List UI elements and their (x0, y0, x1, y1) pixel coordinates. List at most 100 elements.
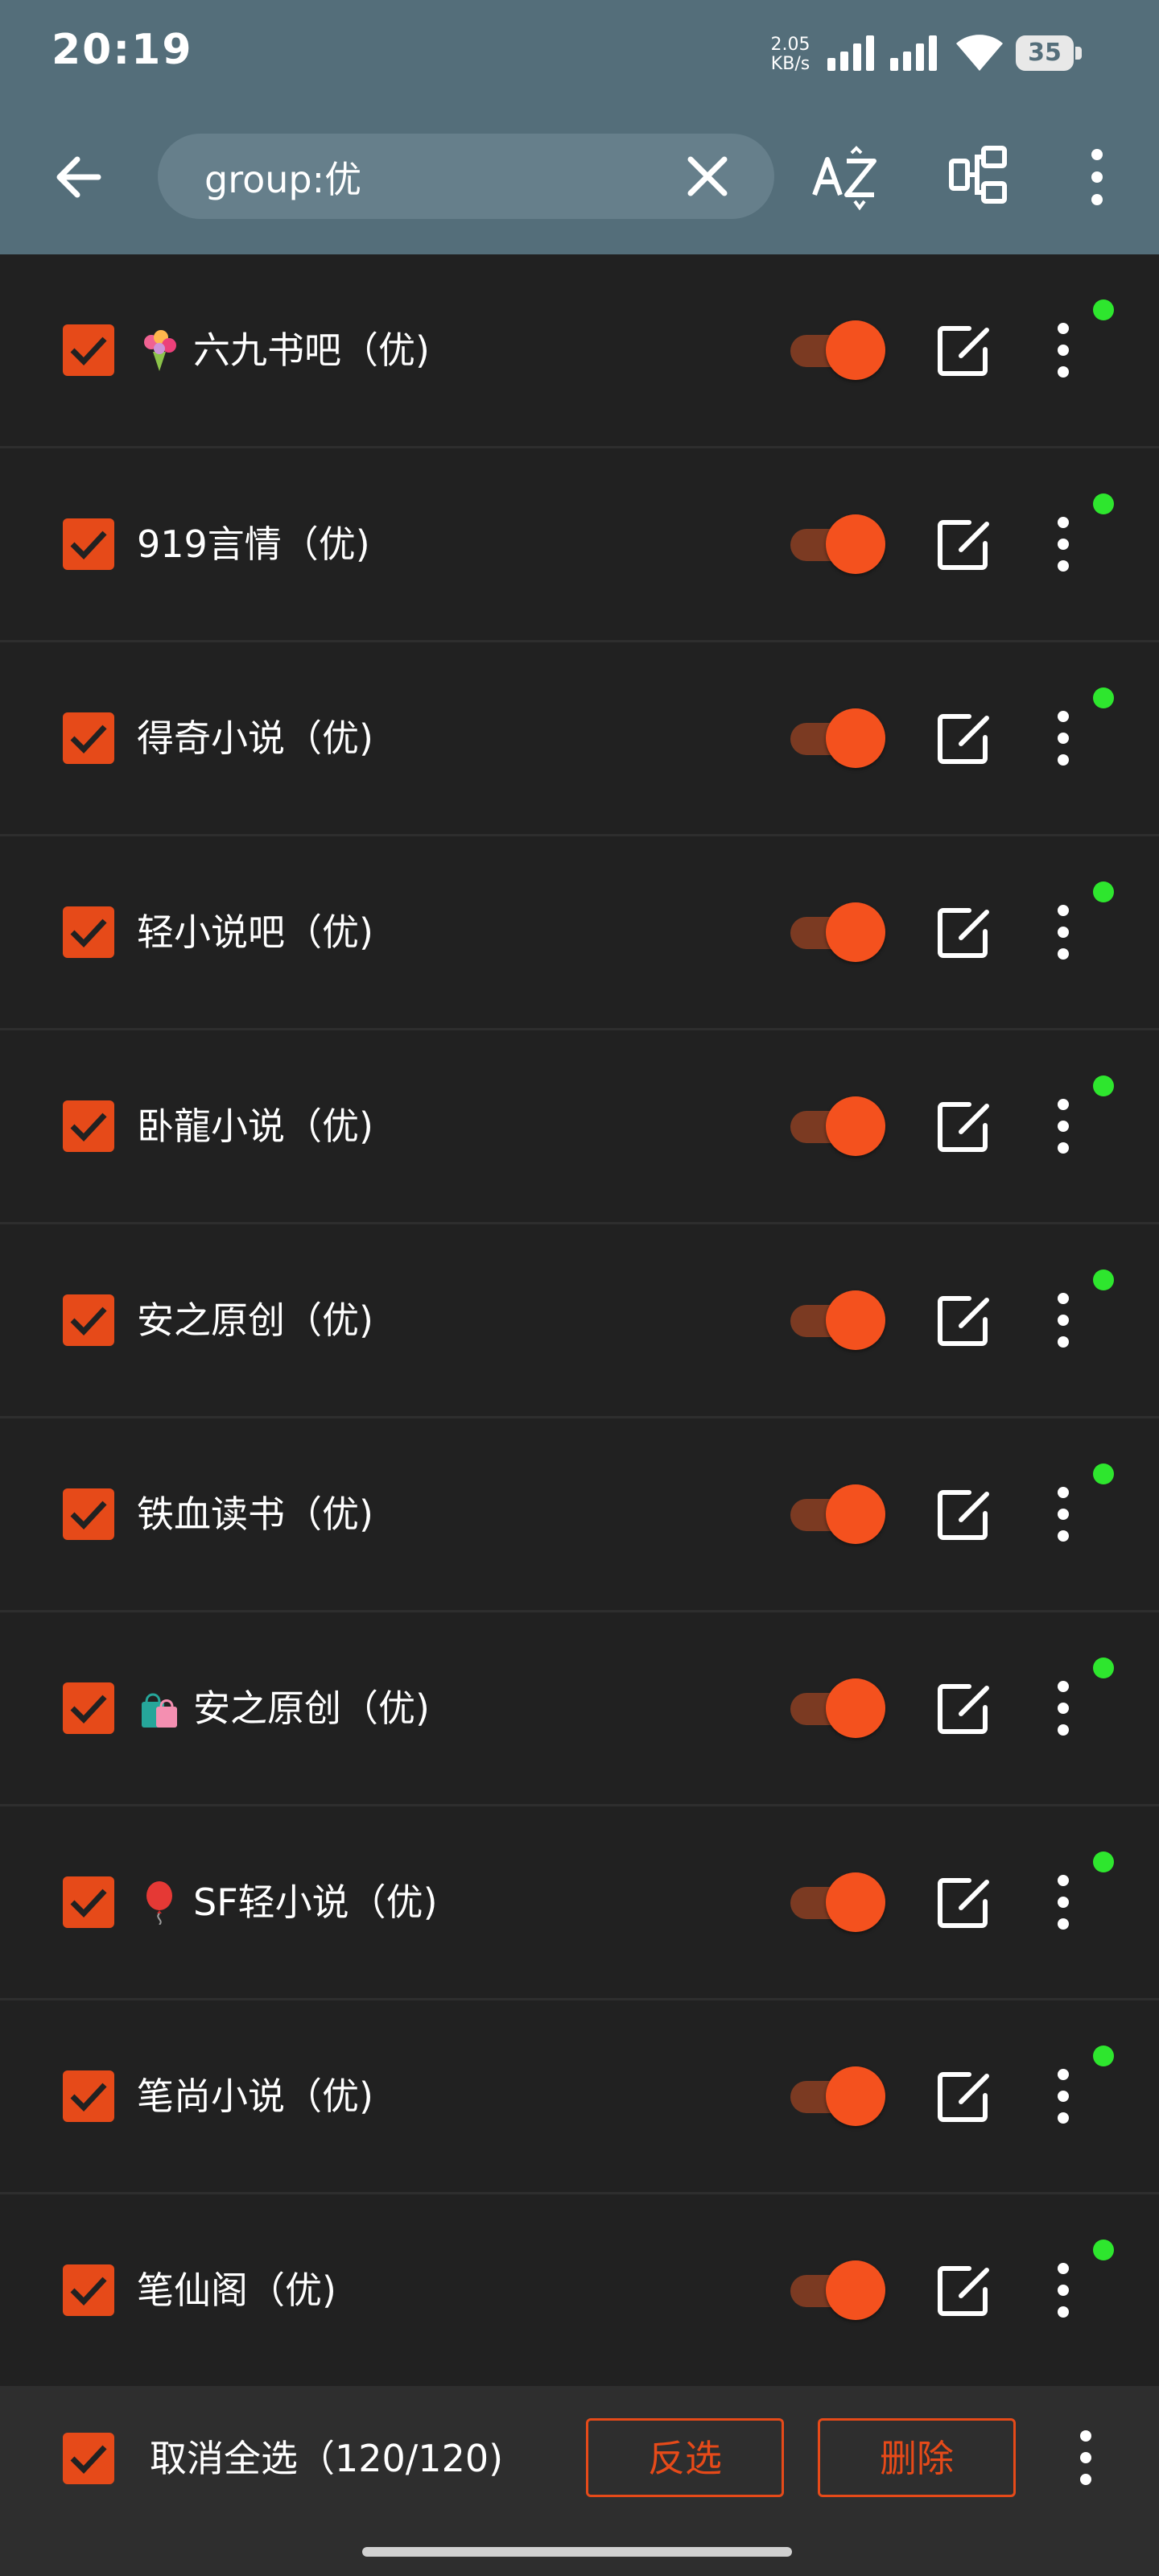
more-vert-icon[interactable] (1061, 2428, 1111, 2487)
status-dot (1093, 881, 1114, 902)
source-checkbox[interactable] (63, 2070, 114, 2122)
signal-strength-icon (827, 35, 874, 71)
more-vert-icon[interactable] (1038, 514, 1088, 574)
source-name-text: SF轻小说（优) (193, 1880, 438, 1924)
list-item[interactable]: 笔尚小说（优) (0, 2000, 1159, 2194)
more-vert-icon[interactable] (1038, 2066, 1088, 2126)
source-checkbox[interactable] (63, 712, 114, 764)
source-checkbox[interactable] (63, 1682, 114, 1734)
status-dot (1093, 1269, 1114, 1290)
enable-toggle[interactable] (790, 1096, 885, 1156)
group-icon[interactable] (948, 145, 1008, 204)
signal-strength-icon (890, 35, 937, 71)
more-vert-icon[interactable] (1038, 1872, 1088, 1932)
status-dot (1093, 1852, 1114, 1872)
list-item[interactable]: SF轻小说（优) (0, 1806, 1159, 2000)
source-checkbox[interactable] (63, 1294, 114, 1346)
more-vert-icon[interactable] (1038, 1484, 1088, 1544)
source-name: 六九书吧（优) (137, 254, 430, 446)
source-checkbox[interactable] (63, 1876, 114, 1928)
enable-toggle[interactable] (790, 1290, 885, 1350)
source-checkbox[interactable] (63, 2264, 114, 2316)
list-item[interactable]: 得奇小说（优) (0, 642, 1159, 836)
search-box[interactable] (158, 134, 774, 221)
enable-toggle[interactable] (790, 1484, 885, 1544)
list-item[interactable]: 919言情（优) (0, 448, 1159, 642)
edit-icon[interactable] (934, 1484, 993, 1544)
balloon-icon (146, 1880, 172, 1925)
status-dot (1093, 299, 1114, 320)
enable-toggle[interactable] (790, 2260, 885, 2320)
search-input[interactable] (203, 134, 657, 221)
more-vert-icon[interactable] (1038, 1096, 1088, 1156)
select-all-checkbox[interactable] (63, 2433, 114, 2484)
enable-toggle[interactable] (790, 1678, 885, 1738)
enable-toggle[interactable] (790, 2066, 885, 2126)
source-name-text: 笔仙阁（优) (137, 2268, 336, 2312)
back-arrow-icon[interactable] (45, 142, 116, 213)
list-item[interactable]: 六九书吧（优) (0, 254, 1159, 448)
source-name: 笔尚小说（优) (137, 2000, 373, 2192)
source-checkbox[interactable] (63, 1488, 114, 1540)
bouquet-icon (144, 329, 176, 371)
list-item[interactable]: 卧龍小说（优) (0, 1030, 1159, 1224)
select-all-label[interactable]: 取消全选（120/120) (150, 2433, 503, 2484)
enable-toggle[interactable] (790, 320, 885, 380)
source-name-text: 安之原创（优) (137, 1298, 373, 1342)
more-vert-icon[interactable] (1038, 320, 1088, 380)
more-vert-icon[interactable] (1085, 145, 1109, 209)
enable-toggle[interactable] (790, 902, 885, 962)
toolbar (0, 109, 1159, 254)
source-checkbox[interactable] (63, 906, 114, 958)
source-name-text: 六九书吧（优) (193, 328, 430, 372)
edit-icon[interactable] (934, 1096, 993, 1156)
edit-icon[interactable] (934, 902, 993, 962)
source-name: SF轻小说（优) (137, 1806, 438, 1998)
edit-icon[interactable] (934, 2260, 993, 2320)
edit-icon[interactable] (934, 1290, 993, 1350)
source-checkbox[interactable] (63, 324, 114, 376)
wifi-icon (956, 35, 1003, 71)
edit-icon[interactable] (934, 1678, 993, 1738)
enable-toggle[interactable] (790, 708, 885, 768)
list-item[interactable]: 安之原创（优) (0, 1224, 1159, 1418)
enable-toggle[interactable] (790, 1872, 885, 1932)
source-name-text: 卧龍小说（优) (137, 1104, 373, 1148)
more-vert-icon[interactable] (1038, 1678, 1088, 1738)
source-name-text: 919言情（优) (137, 522, 370, 566)
edit-icon[interactable] (934, 1872, 993, 1932)
edit-icon[interactable] (934, 320, 993, 380)
source-name-text: 安之原创（优) (193, 1686, 430, 1730)
source-name: 笔仙阁（优) (137, 2194, 336, 2386)
source-name: 卧龍小说（优) (137, 1030, 373, 1222)
edit-icon[interactable] (934, 708, 993, 768)
app-header: 20:19 2.05 KB/s 35 (0, 0, 1159, 254)
delete-button[interactable]: 删除 (818, 2418, 1016, 2497)
source-name-text: 笔尚小说（优) (137, 2074, 373, 2118)
edit-icon[interactable] (934, 2066, 993, 2126)
invert-selection-button[interactable]: 反选 (586, 2418, 784, 2497)
more-vert-icon[interactable] (1038, 708, 1088, 768)
status-dot (1093, 493, 1114, 514)
clear-icon[interactable] (683, 151, 732, 201)
list-item[interactable]: 铁血读书（优) (0, 1418, 1159, 1612)
home-indicator[interactable] (362, 2547, 792, 2557)
more-vert-icon[interactable] (1038, 1290, 1088, 1350)
network-speed-value: 2.05 (770, 35, 810, 55)
sort-az-icon[interactable] (810, 145, 879, 213)
more-vert-icon[interactable] (1038, 902, 1088, 962)
status-bar: 20:19 2.05 KB/s 35 (0, 0, 1159, 109)
enable-toggle[interactable] (790, 514, 885, 574)
edit-icon[interactable] (934, 514, 993, 574)
shopping-bags-icon (142, 1693, 177, 1728)
more-vert-icon[interactable] (1038, 2260, 1088, 2320)
list-item[interactable]: 安之原创（优) (0, 1612, 1159, 1806)
list-item[interactable]: 笔仙阁（优) (0, 2194, 1159, 2388)
source-name-text: 铁血读书（优) (137, 1492, 373, 1536)
list-item[interactable]: 轻小说吧（优) (0, 836, 1159, 1030)
battery-icon: 35 (1016, 35, 1085, 71)
source-name: 安之原创（优) (137, 1224, 373, 1416)
source-checkbox[interactable] (63, 1100, 114, 1152)
source-checkbox[interactable] (63, 518, 114, 570)
status-dot (1093, 687, 1114, 708)
